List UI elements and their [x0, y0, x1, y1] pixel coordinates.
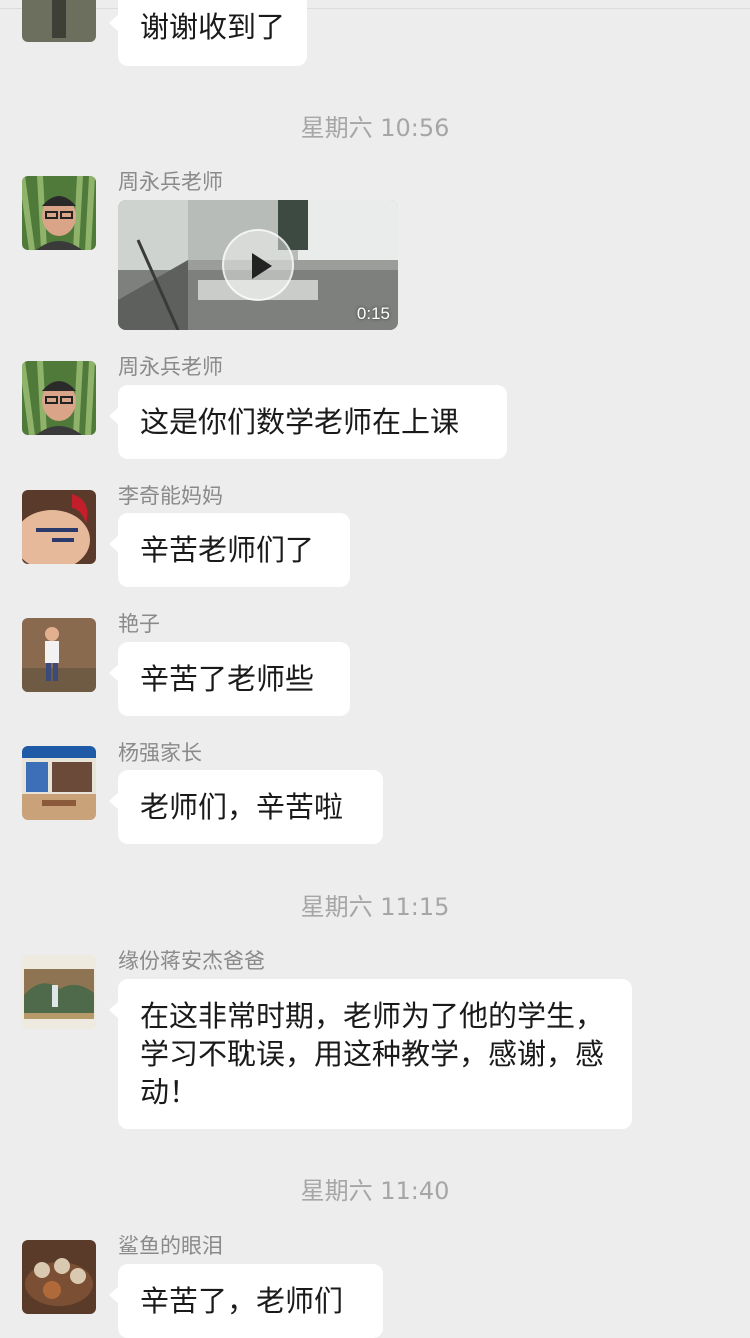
video-message[interactable]: 0:15 — [118, 200, 398, 330]
message-bubble[interactable]: 这是你们数学老师在上课 — [109, 385, 507, 459]
message-text: 辛苦老师们了 — [140, 533, 315, 567]
chat-message-list[interactable]: 谢谢收到了 星期六 10:56 周永兵老师 0:15 周永兵老师 这是你们数学老… — [0, 0, 750, 1338]
sender-name: 缘份蒋安杰爸爸 — [118, 949, 265, 973]
message-text: 这是你们数学老师在上课 — [140, 405, 460, 439]
sender-name: 艳子 — [118, 612, 160, 636]
video-duration: 0:15 — [356, 304, 390, 323]
avatar-shark-tears[interactable] — [22, 1240, 96, 1314]
teacher-avatar-icon — [22, 361, 96, 435]
person-avatar-icon — [22, 0, 96, 42]
avatar-li-qineng-mom[interactable] — [22, 490, 96, 564]
avatar-zhou-yongbing[interactable] — [22, 176, 96, 250]
message-bubble[interactable]: 辛苦了老师些 — [109, 642, 350, 716]
message-text: 老师们，辛苦啦 — [140, 790, 344, 824]
avatar-previous-sender[interactable] — [22, 0, 96, 42]
sender-name: 周永兵老师 — [118, 355, 223, 379]
play-icon[interactable] — [222, 229, 294, 301]
message-bubble[interactable]: 老师们，辛苦啦 — [109, 770, 383, 844]
child-avatar-icon — [22, 618, 96, 692]
timestamp: 星期六 11:15 — [300, 893, 450, 921]
timestamp: 星期六 10:56 — [300, 114, 450, 142]
avatar-jiang-anjie-dad[interactable] — [22, 955, 96, 1029]
tattoo-avatar-icon — [22, 490, 96, 564]
timestamp: 星期六 11:40 — [300, 1177, 450, 1205]
message-bubble[interactable]: 在这非常时期，老师为了他的学生，学习不耽误，用这种教学，感谢，感动！ — [109, 979, 632, 1129]
avatar-yanzi[interactable] — [22, 618, 96, 692]
message-text: 在这非常时期，老师为了他的学生，学习不耽误，用这种教学，感谢，感动！ — [140, 999, 605, 1109]
tea-set-avatar-icon — [22, 1240, 96, 1314]
avatar-zhou-yongbing[interactable] — [22, 361, 96, 435]
landscape-avatar-icon — [22, 955, 96, 1029]
message-text: 辛苦了老师些 — [140, 662, 315, 696]
message-bubble[interactable]: 辛苦了，老师们 — [109, 1264, 383, 1338]
message-bubble[interactable]: 谢谢收到了 — [108, 0, 308, 66]
message-bubble[interactable]: 辛苦老师们了 — [109, 513, 350, 587]
sender-name: 李奇能妈妈 — [118, 484, 223, 508]
sender-name: 鲨鱼的眼泪 — [118, 1234, 223, 1258]
storefront-avatar-icon — [22, 746, 96, 820]
message-text: 辛苦了，老师们 — [140, 1284, 344, 1318]
teacher-avatar-icon — [22, 176, 96, 250]
message-text: 谢谢收到了 — [140, 10, 286, 44]
header-divider — [0, 8, 750, 9]
avatar-yang-qiang-parent[interactable] — [22, 746, 96, 820]
sender-name: 周永兵老师 — [118, 170, 223, 194]
sender-name: 杨强家长 — [118, 741, 202, 765]
